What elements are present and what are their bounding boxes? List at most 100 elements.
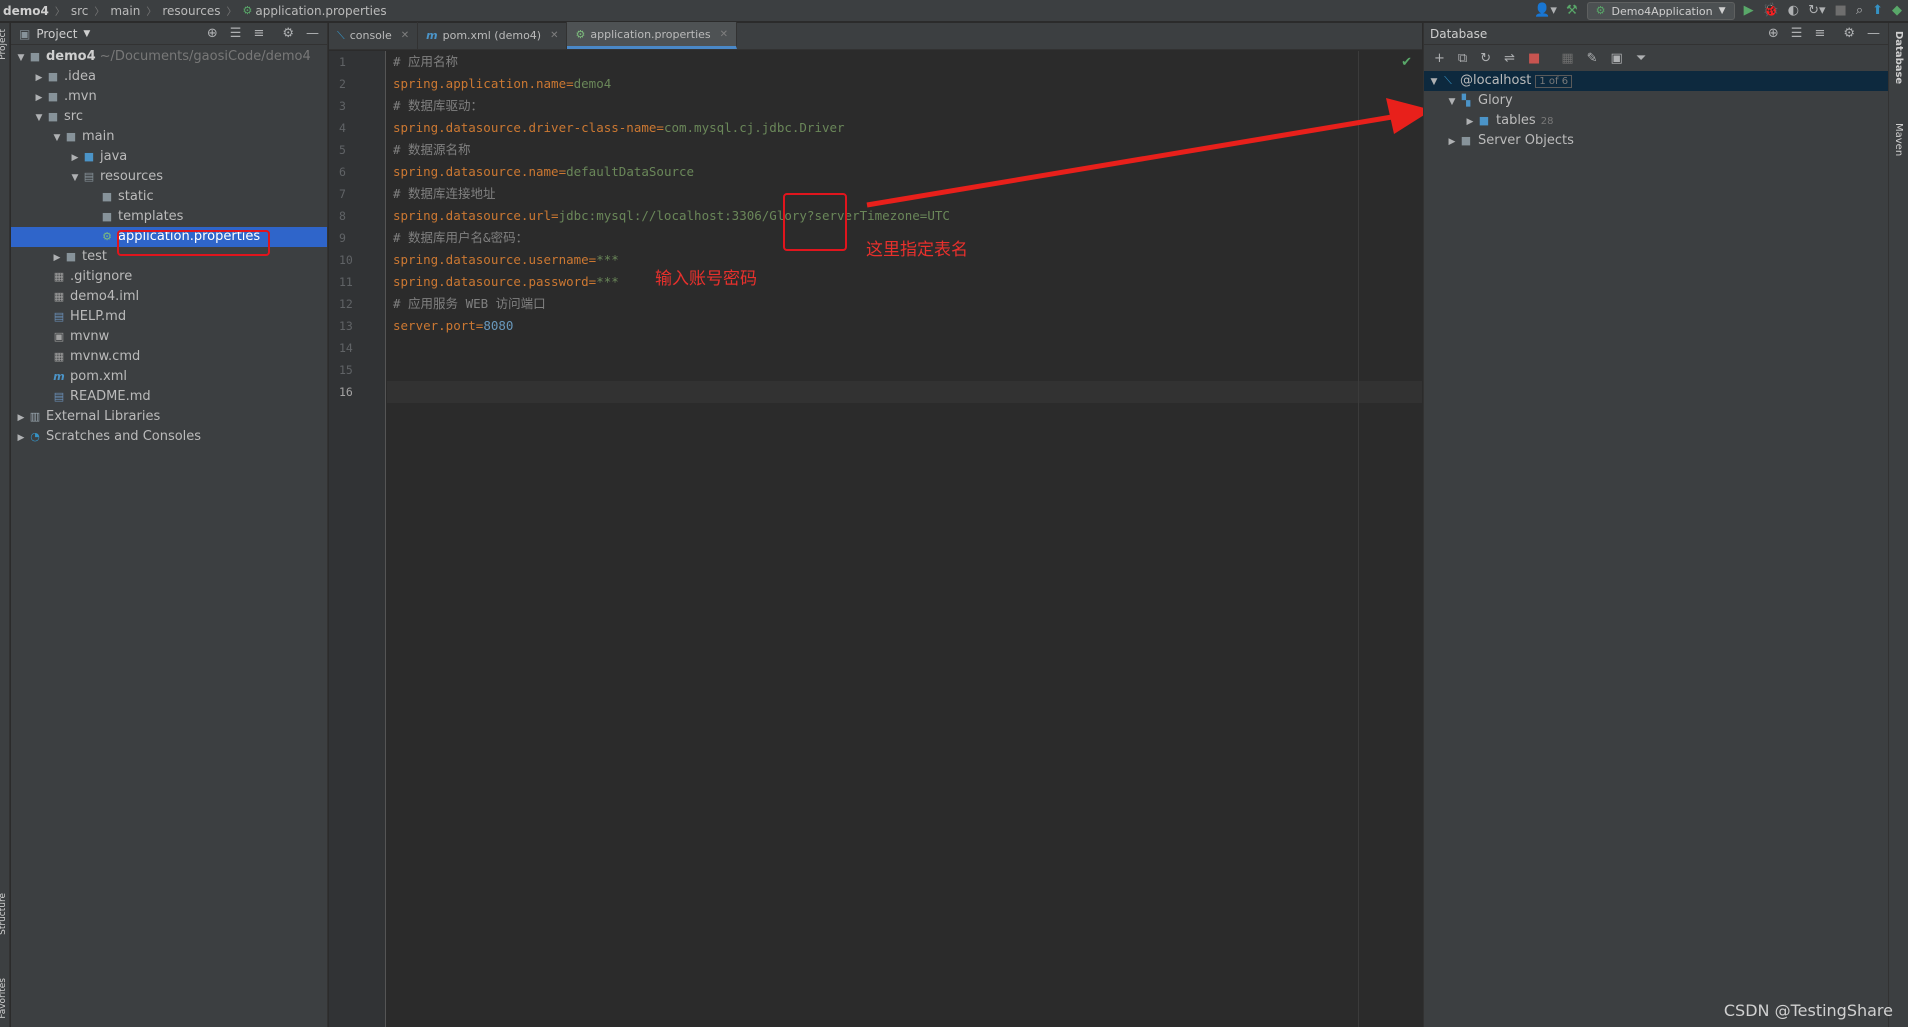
db-tree-item-glory[interactable]: ▼ ▚ Glory xyxy=(1424,91,1888,111)
chevron-right-icon[interactable]: ▶ xyxy=(15,428,27,448)
tree-item-mvn[interactable]: ▶ ■ .mvn xyxy=(11,87,327,107)
breadcrumb-resources[interactable]: resources xyxy=(162,4,220,18)
tree-item-scratches[interactable]: ▶ ◔ Scratches and Consoles xyxy=(11,427,327,447)
tree-item-main[interactable]: ▼ ■ main xyxy=(11,127,327,147)
tab-application-properties[interactable]: ⚙ application.properties ✕ xyxy=(567,22,738,49)
tree-item-java[interactable]: ▶ ■ java xyxy=(11,147,327,167)
tree-item-static[interactable]: ■ static xyxy=(11,187,327,207)
chevron-right-icon[interactable]: ▶ xyxy=(1464,112,1476,132)
refresh-icon[interactable]: ↻ xyxy=(1480,51,1491,66)
spring-config-icon: ⚙ xyxy=(1595,4,1606,17)
expand-all-icon[interactable]: ☰ xyxy=(1791,26,1803,41)
debug-icon[interactable]: 🐞 xyxy=(1763,2,1779,20)
hide-icon[interactable]: — xyxy=(306,26,319,41)
filter-icon[interactable]: ⏷ xyxy=(1636,51,1646,66)
no-problems-check-icon[interactable]: ✔ xyxy=(1401,55,1412,70)
breadcrumb-application-properties[interactable]: application.properties xyxy=(255,4,386,18)
chevron-right-icon[interactable]: ▶ xyxy=(15,408,27,428)
db-tree-item-server-objects[interactable]: ▶ ■ Server Objects xyxy=(1424,131,1888,151)
breadcrumb-demo4[interactable]: demo4 xyxy=(3,4,49,18)
locate-icon[interactable]: ⊕ xyxy=(207,26,218,41)
folder-icon: ■ xyxy=(101,190,113,203)
chevron-down-icon[interactable]: ▼ xyxy=(83,29,90,39)
console-icon[interactable]: ▣ xyxy=(1611,51,1623,66)
db-tree-item-tables[interactable]: ▶ ■ tables 28 xyxy=(1424,111,1888,131)
favorites-tool-tab[interactable]: Favorites xyxy=(0,978,8,1019)
chevron-right-icon[interactable]: ▶ xyxy=(51,248,63,268)
line-number: 11 xyxy=(339,275,353,289)
chevron-down-icon[interactable]: ▼ xyxy=(1428,72,1440,92)
chevron-right-icon[interactable]: ▶ xyxy=(69,148,81,168)
gear-icon[interactable]: ⚙ xyxy=(1843,26,1855,41)
project-tool-tab[interactable]: Project xyxy=(0,29,8,60)
collapse-all-icon[interactable]: ≡ xyxy=(253,26,264,41)
breadcrumb-src[interactable]: src xyxy=(71,4,89,18)
run-icon[interactable]: ▶ xyxy=(1744,2,1754,20)
build-hammer-icon[interactable]: ⚒ xyxy=(1566,2,1578,20)
disconnect-icon[interactable]: ■ xyxy=(1528,51,1540,66)
line-number: 14 xyxy=(339,341,353,355)
close-icon[interactable]: ✕ xyxy=(720,29,728,40)
annotation-table-name: 这里指定表名 xyxy=(866,240,968,260)
db-count-badge[interactable]: 1 of 6 xyxy=(1535,75,1573,88)
tree-item-mvnw[interactable]: ▣ mvnw xyxy=(11,327,327,347)
tree-item-resources[interactable]: ▼ ▤ resources xyxy=(11,167,327,187)
tree-item-demo4[interactable]: ▼ ■ demo4 ~/Documents/gaosiCode/demo4 xyxy=(11,47,327,67)
stop-icon[interactable]: ■ xyxy=(1835,2,1847,20)
tree-item-mvnw-cmd[interactable]: ▦ mvnw.cmd xyxy=(11,347,327,367)
tree-item-application-properties[interactable]: ⚙ application.properties xyxy=(11,227,327,247)
tree-item-templates[interactable]: ■ templates xyxy=(11,207,327,227)
tree-item-readme-md[interactable]: ▤ README.md xyxy=(11,387,327,407)
chevron-right-icon[interactable]: ▶ xyxy=(1446,132,1458,152)
coverage-icon[interactable]: ◐ xyxy=(1788,2,1799,20)
copy-icon[interactable]: ⧉ xyxy=(1458,51,1467,66)
edit-icon[interactable]: ✎ xyxy=(1587,51,1598,66)
chevron-down-icon[interactable]: ▼ xyxy=(15,48,27,68)
chevron-right-icon[interactable]: ▶ xyxy=(33,88,45,108)
tree-item-src[interactable]: ▼ ■ src xyxy=(11,107,327,127)
tree-item-pom-xml[interactable]: m pom.xml xyxy=(11,367,327,387)
gear-icon[interactable]: ⚙ xyxy=(282,26,294,41)
chevron-down-icon[interactable]: ▼ xyxy=(69,168,81,188)
close-icon[interactable]: ✕ xyxy=(401,30,409,41)
property-key: spring.datasource.driver-class-name xyxy=(393,120,657,135)
update-icon[interactable]: ⬆ xyxy=(1872,2,1883,20)
tab-pom-xml[interactable]: m pom.xml (demo4) ✕ xyxy=(418,22,568,49)
structure-tool-tab[interactable]: Structure xyxy=(0,893,8,935)
tree-item-external-libraries[interactable]: ▶ ▥ External Libraries xyxy=(11,407,327,427)
tree-item-demo4-iml[interactable]: ▦ demo4.iml xyxy=(11,287,327,307)
tree-item-label: mvnw xyxy=(70,329,110,344)
locate-icon[interactable]: ⊕ xyxy=(1768,26,1779,41)
ide-status-icon[interactable]: ◆ xyxy=(1892,2,1902,20)
line-number: 9 xyxy=(339,231,346,245)
close-icon[interactable]: ✕ xyxy=(550,30,558,41)
property-value: defaultDataSource xyxy=(566,164,695,179)
database-tool-tab[interactable]: Database xyxy=(1893,31,1904,84)
tree-item-idea[interactable]: ▶ ■ .idea xyxy=(11,67,327,87)
profile-icon[interactable]: ↻▾ xyxy=(1808,2,1825,20)
maven-tool-tab[interactable]: Maven xyxy=(1893,123,1904,156)
collapse-all-icon[interactable]: ≡ xyxy=(1814,26,1825,41)
tree-item-help-md[interactable]: ▤ HELP.md xyxy=(11,307,327,327)
db-tree-item-localhost[interactable]: ▼ ⟍ @localhost 1 of 6 xyxy=(1424,71,1888,91)
chevron-down-icon[interactable]: ▼ xyxy=(1446,92,1458,112)
breadcrumb-separator-icon: 〉 xyxy=(54,7,65,18)
chevron-down-icon[interactable]: ▼ xyxy=(33,108,45,128)
code-editor[interactable]: ✔ # 应用名称 spring.application.name=demo4 #… xyxy=(387,51,1422,1027)
chevron-down-icon[interactable]: ▼ xyxy=(51,128,63,148)
tree-item-test[interactable]: ▶ ■ test xyxy=(11,247,327,267)
tab-console[interactable]: ⟍ console ✕ xyxy=(329,22,419,49)
schema-icon[interactable]: ⇌ xyxy=(1504,51,1515,66)
project-panel-title[interactable]: Project xyxy=(36,27,77,41)
run-configuration-select[interactable]: ⚙ Demo4Application ▼ xyxy=(1586,2,1735,20)
table-icon[interactable]: ▦ xyxy=(1561,51,1573,66)
expand-all-icon[interactable]: ☰ xyxy=(230,26,242,41)
breadcrumb-main[interactable]: main xyxy=(110,4,140,18)
hide-icon[interactable]: — xyxy=(1867,26,1880,41)
add-icon[interactable]: + xyxy=(1434,51,1445,66)
tree-item-gitignore[interactable]: ▦ .gitignore xyxy=(11,267,327,287)
editor-tab-bar: ⟍ console ✕ m pom.xml (demo4) ✕ ⚙ applic… xyxy=(329,22,1422,50)
search-icon[interactable]: ⌕ xyxy=(1856,2,1863,20)
chevron-right-icon[interactable]: ▶ xyxy=(33,68,45,88)
user-icon[interactable]: 👤▾ xyxy=(1534,2,1557,20)
